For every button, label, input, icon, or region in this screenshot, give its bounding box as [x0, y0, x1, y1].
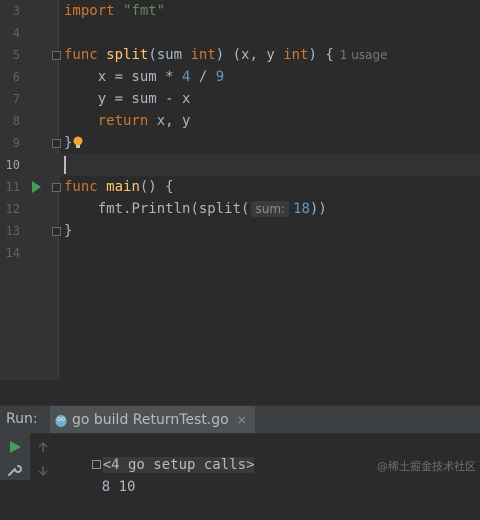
code-token: } [64, 223, 73, 239]
code-token: (sum [148, 47, 191, 63]
code-line[interactable]: 11 func main() { [0, 176, 480, 198]
code-token: (split( [190, 201, 250, 217]
line-number: 11 [5, 180, 20, 194]
run-gutter-icon[interactable] [30, 180, 42, 194]
code-line[interactable]: 6 x = sum * 4 / 9 [0, 66, 480, 88]
fold-marker-icon[interactable] [52, 51, 61, 60]
line-number: 7 [12, 92, 20, 106]
code-line-current[interactable]: 10 [0, 154, 480, 176]
run-toolbar [0, 432, 30, 480]
code-text[interactable]: y = sum - x [64, 88, 191, 110]
line-number: 5 [12, 48, 20, 62]
fold-end-marker-icon[interactable] [52, 227, 61, 236]
code-text[interactable]: func split(sum int) (x, y int) {1 usage [64, 44, 387, 66]
console-toolbar [30, 432, 55, 480]
code-token: ) (x, y [215, 47, 284, 63]
number-literal: 9 [215, 69, 225, 85]
keyword: int [190, 47, 216, 63]
keyword: import [64, 3, 115, 19]
line-number: 9 [12, 136, 20, 150]
code-text[interactable]: import "fmt" [64, 0, 165, 22]
watermark: @稀土掘金技术社区 [377, 460, 476, 473]
code-text[interactable]: return x, y [64, 110, 191, 132]
keyword: int [283, 47, 309, 63]
code-text[interactable]: x = sum * 4 / 9 [64, 66, 224, 88]
code-token: () { [139, 179, 174, 195]
keyword: func [64, 47, 98, 63]
code-text[interactable]: func main() { [64, 176, 174, 198]
code-line[interactable]: 7 y = sum - x [0, 88, 480, 110]
line-number: 8 [12, 114, 20, 128]
code-token: x, y [148, 113, 191, 129]
program-output: 8 10 [101, 479, 136, 495]
lightbulb-icon[interactable] [72, 136, 84, 150]
code-line[interactable]: 5 func split(sum int) (x, y int) {1 usag… [0, 44, 480, 66]
wrench-icon[interactable] [7, 463, 23, 477]
code-line[interactable]: 9 } [0, 132, 480, 154]
arrow-down-icon[interactable] [37, 465, 49, 477]
run-tab[interactable]: go build ReturnTest.go × [50, 406, 255, 433]
close-icon[interactable]: × [237, 413, 247, 427]
fold-marker-icon[interactable] [52, 183, 61, 192]
line-number: 12 [5, 202, 20, 216]
code-line[interactable]: 3 import "fmt" [0, 0, 480, 22]
line-number: 14 [5, 246, 20, 260]
run-tab-label: go build ReturnTest.go [72, 411, 229, 428]
function-name: main [106, 179, 140, 195]
line-number: 3 [12, 4, 20, 18]
code-token: fmt. [64, 201, 132, 217]
run-panel-header: Run: go build ReturnTest.go × [0, 405, 480, 434]
code-token: y = sum - x [64, 91, 191, 107]
line-number: 6 [12, 70, 20, 84]
line-number: 10 [5, 158, 20, 172]
arrow-up-icon[interactable] [37, 441, 49, 453]
line-number: 13 [5, 224, 20, 238]
usage-inlay-hint[interactable]: 1 usage [340, 48, 388, 62]
code-token: x = sum * [64, 69, 183, 85]
console-line[interactable]: <4 go setup calls> [58, 432, 480, 473]
number-literal: 18 [293, 201, 310, 217]
rerun-icon[interactable] [8, 440, 22, 454]
code-line[interactable]: 12 fmt.Println(split(sum: 18)) [0, 198, 480, 220]
keyword: func [64, 179, 98, 195]
string-literal: "fmt" [123, 3, 166, 19]
code-text[interactable]: } [64, 220, 72, 242]
function-call: Println [131, 201, 191, 217]
keyword: return [97, 113, 149, 129]
go-build-icon [55, 414, 67, 427]
code-token: ) { [308, 47, 334, 63]
code-line[interactable]: 8 return x, y [0, 110, 480, 132]
parameter-inlay-hint: sum: [251, 201, 290, 217]
fold-end-marker-icon[interactable] [52, 139, 61, 148]
code-token: )) [309, 201, 327, 217]
code-line[interactable]: 4 [0, 22, 480, 44]
text-caret [64, 156, 66, 174]
code-token: / [190, 69, 216, 85]
code-line[interactable]: 13 } [0, 220, 480, 242]
run-panel-label: Run: [6, 411, 38, 427]
line-number: 4 [12, 26, 20, 40]
code-line[interactable]: 14 [0, 242, 480, 264]
function-name: split [106, 47, 149, 63]
code-editor[interactable]: 3 import "fmt" 4 5 func split(sum int) (… [0, 0, 480, 380]
code-text[interactable]: fmt.Println(split(sum: 18)) [64, 198, 327, 220]
